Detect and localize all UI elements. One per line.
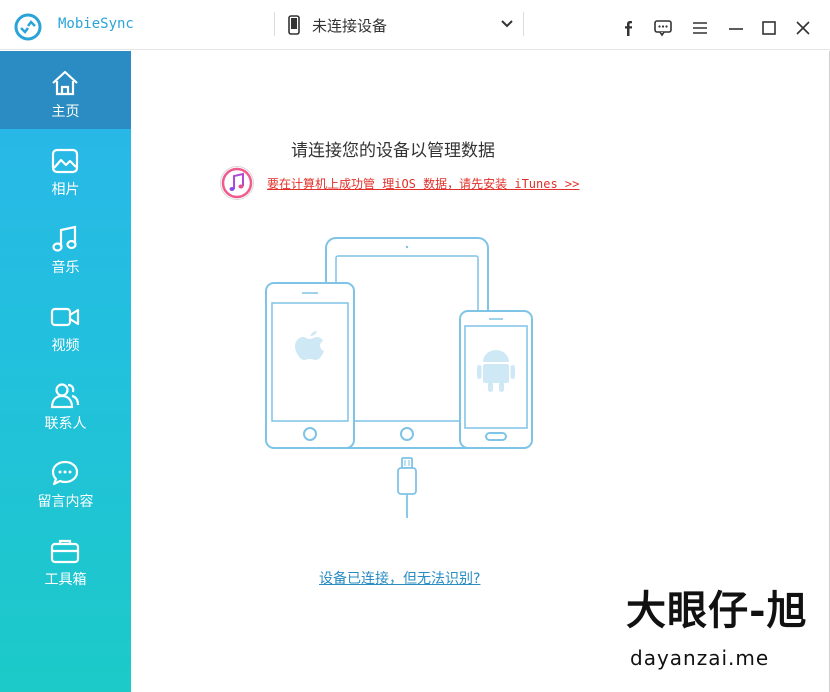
sidebar-item-contacts[interactable]: 联系人 [0, 363, 131, 441]
sidebar-item-label: 相片 [51, 182, 80, 198]
sidebar-item-label: 视频 [51, 338, 80, 354]
menu-icon[interactable] [690, 18, 710, 38]
close-icon[interactable] [793, 18, 813, 38]
sidebar-item-toolbox[interactable]: 工具箱 [0, 519, 131, 597]
device-select-label: 未连接设备 [312, 17, 388, 35]
device-not-recognized-link[interactable]: 设备已连接，但无法识别? [319, 568, 480, 588]
music-icon [52, 225, 77, 252]
divider [523, 12, 524, 36]
sidebar-item-label: 留言内容 [37, 494, 94, 510]
sidebar-item-photos[interactable]: 相片 [0, 129, 131, 207]
feedback-icon[interactable] [653, 18, 673, 38]
watermark: 大眼仔-旭 dayanzai.me [616, 574, 822, 674]
facebook-icon[interactable] [618, 18, 638, 38]
sidebar-item-label: 主页 [51, 104, 80, 120]
sync-logo-icon [14, 13, 42, 41]
sidebar-item-video[interactable]: 视频 [0, 285, 131, 363]
connect-heading: 请连接您的设备以管理数据 [291, 141, 495, 161]
home-icon [52, 70, 78, 96]
minimize-icon[interactable] [726, 18, 746, 38]
device-select-dropdown[interactable]: 未连接设备 [282, 10, 518, 40]
phone-icon [288, 15, 300, 35]
watermark-chinese: 大眼仔-旭 [626, 587, 808, 634]
watermark-domain: dayanzai.me [630, 646, 770, 670]
sidebar-item-music[interactable]: 音乐 [0, 207, 131, 285]
sidebar-item-messages[interactable]: 留言内容 [0, 441, 131, 519]
sidebar-item-label: 联系人 [44, 416, 87, 432]
app-name: MobieSync [58, 16, 134, 32]
maximize-icon[interactable] [759, 18, 779, 38]
devices-illustration [265, 237, 533, 518]
sidebar-item-label: 音乐 [51, 260, 80, 276]
divider [274, 12, 275, 36]
contacts-icon [50, 383, 80, 409]
install-itunes-link[interactable]: 要在计算机上成功管 理iOS 数据，请先安装 iTunes >> [267, 175, 579, 192]
itunes-icon [220, 166, 254, 200]
sidebar-item-home[interactable]: 主页 [0, 51, 131, 129]
photo-icon [51, 148, 79, 174]
video-icon [50, 307, 80, 327]
sidebar: 主页 相片 音乐 视频 联系人 留言内容 工具箱 [0, 51, 131, 692]
title-bar: MobieSync 未连接设备 [0, 0, 830, 50]
sidebar-item-label: 工具箱 [44, 572, 87, 588]
toolbox-icon [50, 539, 80, 564]
chevron-down-icon [501, 20, 513, 28]
messages-icon [51, 460, 79, 486]
